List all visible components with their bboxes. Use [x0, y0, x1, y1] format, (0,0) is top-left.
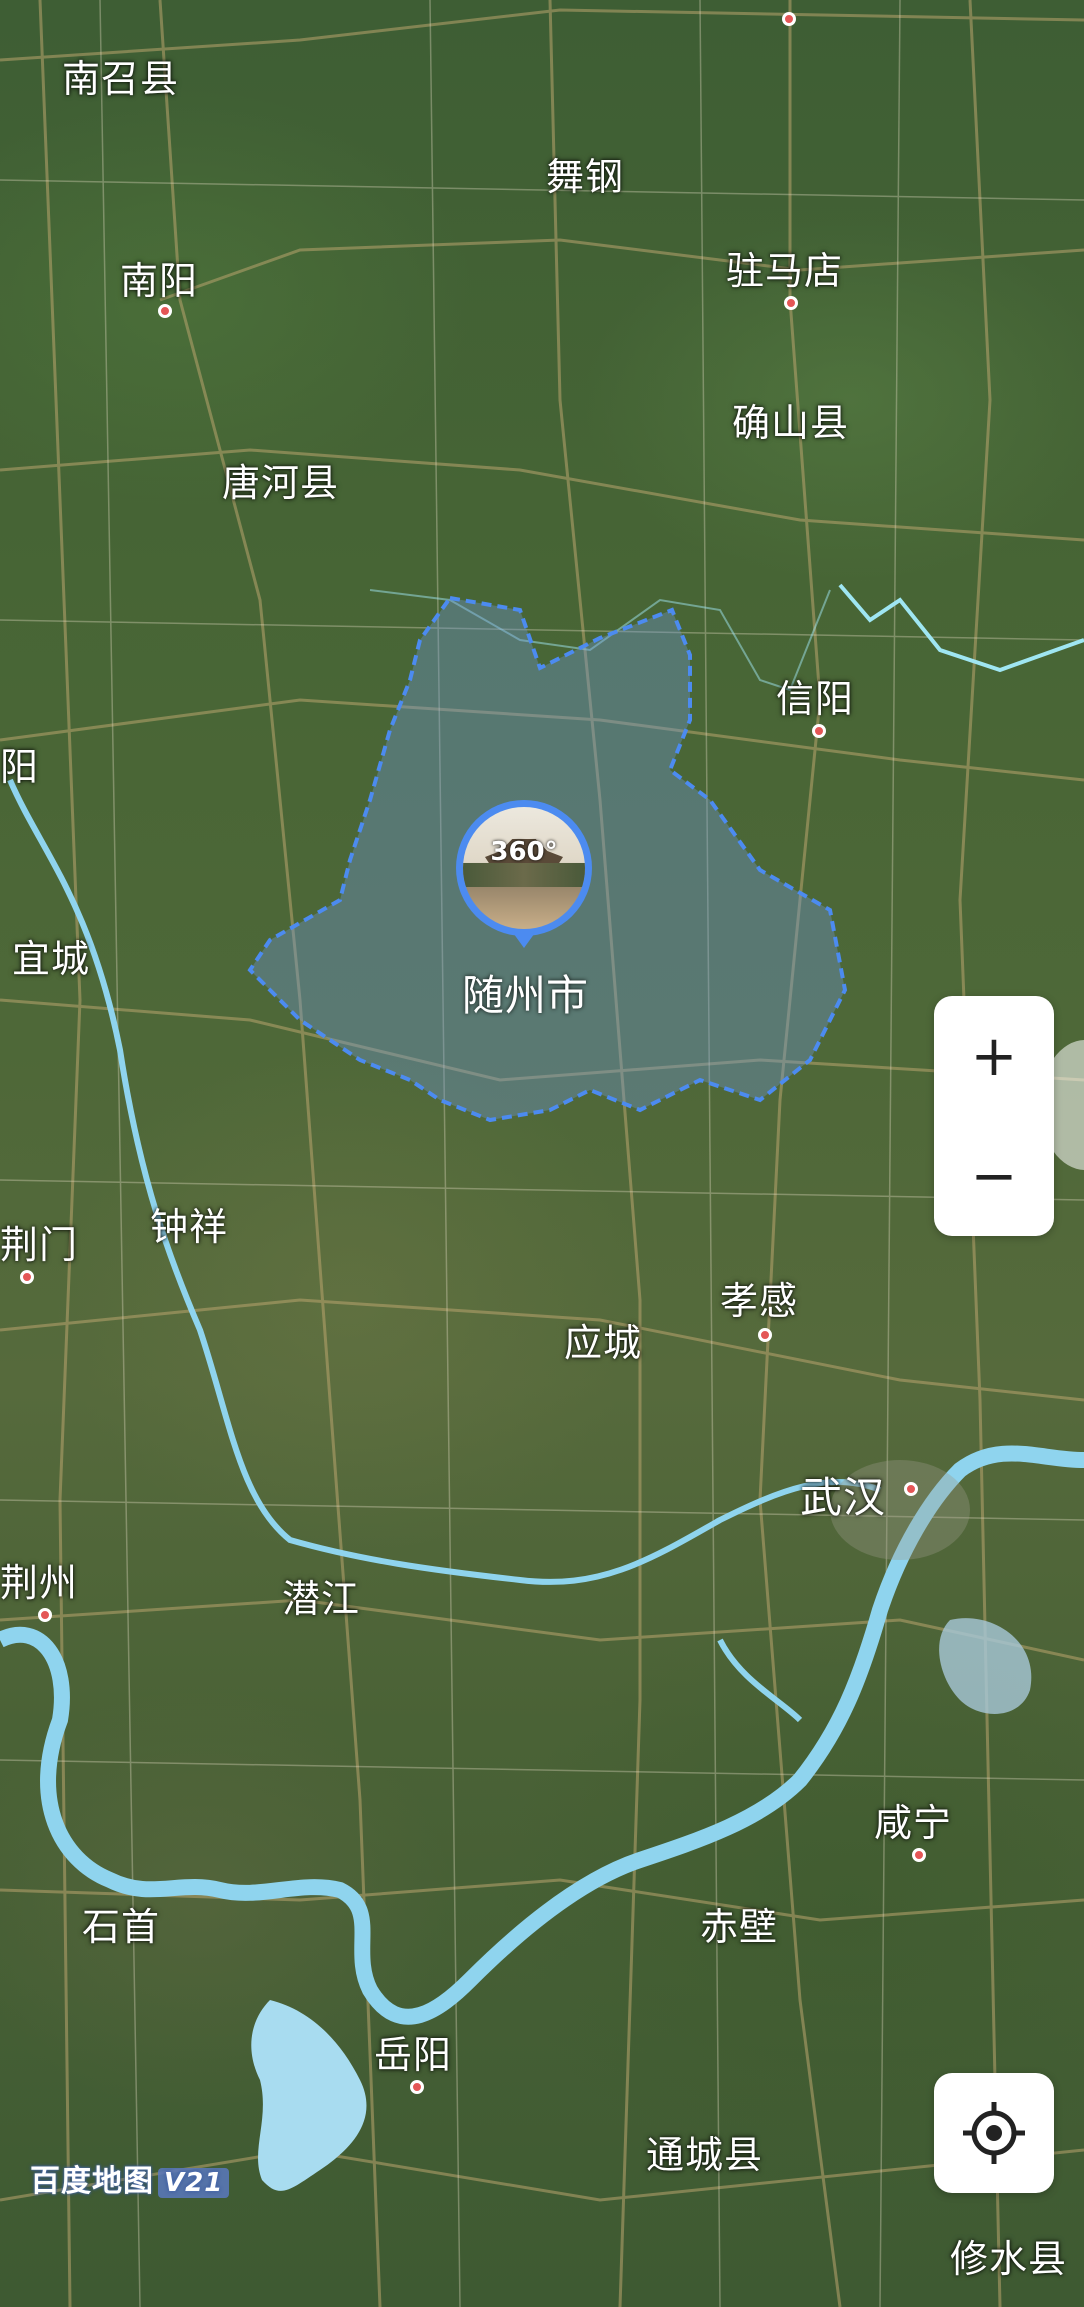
yangtze-branch: [717, 1638, 803, 1723]
place-label-chibi[interactable]: 赤壁: [700, 1896, 778, 1951]
panorama-thumbnail: 360°: [463, 807, 585, 929]
panorama-360-badge: 360°: [490, 837, 558, 867]
satellite-map[interactable]: 南召县 舞钢 南阳 驻马店 确山县 唐河县 信阳 阳 宜城 钟祥 荆门 孝感 应…: [0, 0, 1084, 2307]
locate-button[interactable]: [934, 2073, 1054, 2193]
city-dot-top: [782, 12, 796, 26]
city-dot-xinyang: [812, 724, 826, 738]
place-label-wuhan[interactable]: 武汉: [800, 1464, 886, 1525]
place-label-nanzhao[interactable]: 南召县: [62, 48, 179, 103]
city-dot-wuhan: [904, 1482, 918, 1496]
city-dot-zhumadian: [784, 296, 798, 310]
place-label-nanyang[interactable]: 南阳: [120, 250, 198, 305]
city-dot-nanyang: [158, 304, 172, 318]
panorama-marker[interactable]: 360°: [456, 800, 592, 936]
place-label-xianning[interactable]: 咸宁: [874, 1792, 952, 1847]
east-lake: [939, 1618, 1032, 1714]
place-label-xiaogan[interactable]: 孝感: [720, 1270, 798, 1325]
place-label-queshan[interactable]: 确山县: [732, 392, 849, 447]
baidu-map-logo: 百度地图 V21: [30, 2156, 230, 2200]
place-label-yingcheng[interactable]: 应城: [564, 1312, 642, 1367]
map-features-layer: [0, 0, 1084, 2307]
logo-text: 百度地图: [30, 2164, 154, 2199]
marker-tail: [511, 930, 537, 948]
place-label-tongcheng[interactable]: 通城县: [646, 2124, 763, 2179]
city-dot-yueyang: [410, 2080, 424, 2094]
place-label-left-yang[interactable]: 阳: [0, 736, 39, 791]
place-label-yicheng[interactable]: 宜城: [12, 928, 90, 983]
logo-version: V21: [158, 2168, 230, 2198]
zoom-control-panel: + −: [934, 996, 1054, 1236]
city-dot-xianning: [912, 1848, 926, 1862]
place-label-zhumadian[interactable]: 驻马店: [726, 240, 843, 295]
place-label-jingmen[interactable]: 荆门: [0, 1214, 78, 1269]
place-label-wugang[interactable]: 舞钢: [546, 146, 624, 201]
zoom-out-button[interactable]: −: [934, 1116, 1054, 1236]
city-dot-xiaogan: [758, 1328, 772, 1342]
place-label-shishou[interactable]: 石首: [82, 1896, 160, 1951]
place-label-yueyang[interactable]: 岳阳: [374, 2024, 452, 2079]
province-border: [838, 583, 1084, 673]
road-network: [0, 0, 1084, 2307]
selected-region-label[interactable]: 随州市: [462, 962, 588, 1023]
place-label-tanghe[interactable]: 唐河县: [222, 452, 339, 507]
place-label-xiushui[interactable]: 修水县: [950, 2228, 1067, 2283]
zoom-in-button[interactable]: +: [934, 996, 1054, 1116]
place-label-jingzhou[interactable]: 荆州: [0, 1552, 78, 1607]
place-label-zhongxiang[interactable]: 钟祥: [150, 1196, 228, 1251]
dongting-lake: [251, 2000, 367, 2191]
city-dot-jingmen: [20, 1270, 34, 1284]
minor-roads: [0, 0, 1084, 2307]
city-dot-jingzhou: [38, 1608, 52, 1622]
locate-crosshair-icon: [963, 2102, 1025, 2164]
place-label-qianjiang[interactable]: 潜江: [282, 1568, 360, 1623]
place-label-xinyang[interactable]: 信阳: [776, 668, 854, 723]
